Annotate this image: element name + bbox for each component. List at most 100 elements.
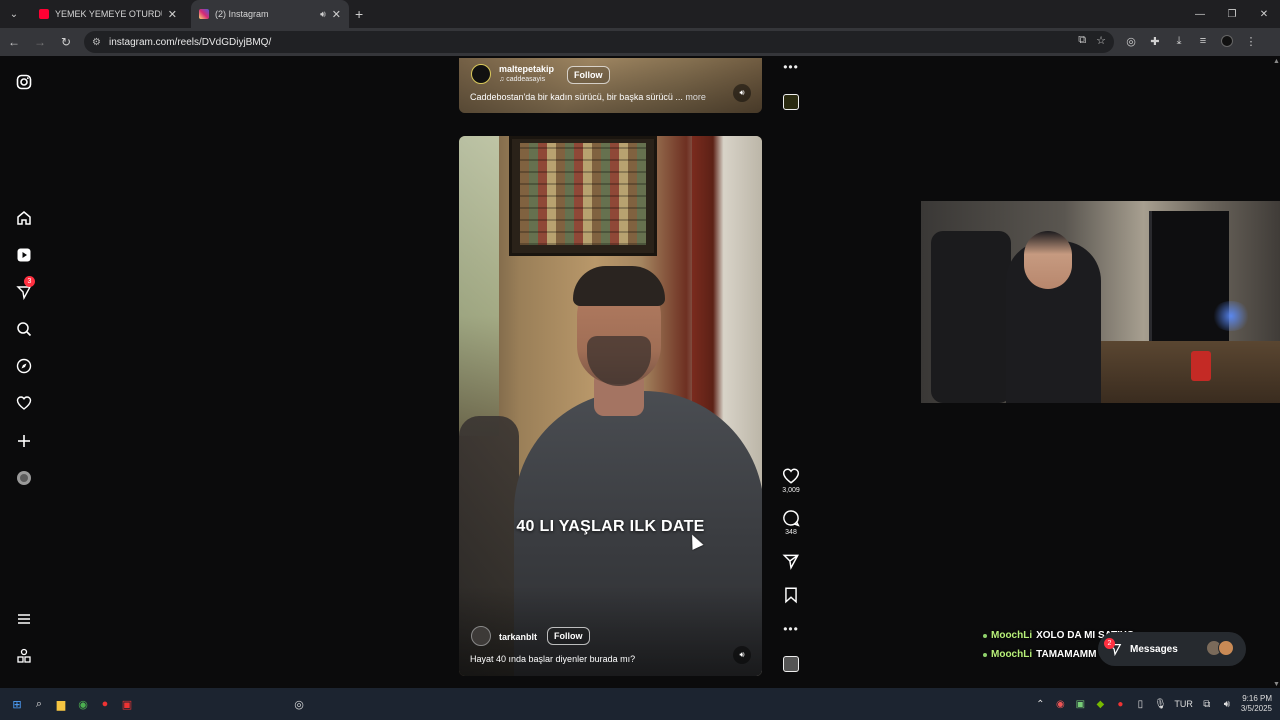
screenshot-icon[interactable]: ◎ <box>1122 35 1140 50</box>
close-window-icon[interactable]: ✕ <box>1248 0 1280 28</box>
media-control-icon[interactable]: ≡ <box>1194 35 1212 50</box>
reel-previous[interactable]: maltepetakip ♫ caddeasayis Follow Caddeb… <box>459 58 762 113</box>
chat-dot <box>983 633 987 638</box>
more-link[interactable]: more <box>685 92 706 102</box>
extensions-icon[interactable]: ✚ <box>1146 35 1164 50</box>
network-icon[interactable]: ⧉ <box>1201 698 1213 710</box>
tray-record-icon[interactable]: ● <box>1114 698 1126 710</box>
bookmark-icon[interactable] <box>782 586 800 604</box>
copilot-icon[interactable]: ◎ <box>292 697 306 711</box>
more-menu-icon[interactable] <box>14 609 34 629</box>
avatar[interactable] <box>471 64 491 84</box>
bookmark-star-icon[interactable]: ☆ <box>1096 34 1106 47</box>
tab-youtube[interactable]: YEMEK YEMEYE OTURDUK, AZ ✕ <box>31 0 185 28</box>
new-tab-button[interactable]: + <box>355 6 363 22</box>
windows-start-icon[interactable]: ⊞ <box>10 697 24 711</box>
audio-thumbnail-icon[interactable] <box>783 94 799 110</box>
webcam-overlay <box>921 201 1280 403</box>
back-icon[interactable]: ← <box>2 30 26 54</box>
youtube-favicon-icon <box>39 9 49 19</box>
avatar[interactable] <box>471 626 491 646</box>
tab-instagram[interactable]: (2) Instagram 🔊︎ ✕ <box>191 0 349 28</box>
reels-icon[interactable] <box>14 245 34 265</box>
also-from-meta-icon[interactable] <box>14 646 34 666</box>
browser-menu-icon[interactable]: ⋮ <box>1242 35 1260 50</box>
close-tab-icon[interactable]: ✕ <box>168 8 177 21</box>
forward-icon[interactable]: → <box>28 30 52 54</box>
webcam-light <box>1211 301 1251 331</box>
messages-icon[interactable]: 3 <box>14 276 35 302</box>
record-app-icon[interactable]: ● <box>98 697 112 711</box>
more-options-icon[interactable]: ••• <box>783 622 799 636</box>
download-icon[interactable]: ⤓ <box>1170 35 1188 50</box>
audio-thumbnail-icon[interactable] <box>783 656 799 672</box>
message-avatars <box>1206 640 1236 658</box>
reel-video[interactable]: 40 LI YAŞLAR ILK DATE tarkanblt Follow H… <box>459 136 762 676</box>
follow-button[interactable]: Follow <box>567 66 610 84</box>
messages-pill[interactable]: 2 Messages <box>1098 632 1246 666</box>
nvidia-icon[interactable]: ◆ <box>1094 698 1106 710</box>
url-field[interactable]: ⚙ instagram.com/reels/DVdGDiyjBMQ/ ⧉ ☆ <box>84 31 1114 53</box>
profile-avatar[interactable] <box>1218 34 1236 50</box>
chat-user: MoochLi <box>991 630 1033 641</box>
comment-count: 348 <box>785 529 797 536</box>
restore-icon[interactable]: ❐ <box>1216 0 1248 28</box>
share-send-icon[interactable] <box>782 552 800 570</box>
share-action[interactable] <box>775 552 807 570</box>
reel-username[interactable]: maltepetakip <box>499 64 554 74</box>
reel-caption: Hayat 40 ında başlar diyenler burada mı? <box>470 654 636 664</box>
install-app-icon[interactable]: ⧉ <box>1078 34 1086 47</box>
create-plus-icon[interactable] <box>14 431 34 451</box>
instagram-logo-icon[interactable] <box>14 72 34 92</box>
scroll-down-icon[interactable]: ▼ <box>1273 681 1280 688</box>
mute-icon[interactable]: 🔊︎ <box>733 84 751 102</box>
chat-message: TAMAMAMM <box>1036 649 1097 660</box>
more-options-top[interactable]: ••• <box>775 60 807 74</box>
microphone-icon[interactable]: 🎙︎ <box>1154 698 1167 710</box>
tray-device-icon[interactable]: ▯ <box>1134 698 1146 710</box>
avatar <box>1218 640 1234 656</box>
more-options-bottom[interactable]: ••• <box>775 622 807 636</box>
explore-compass-icon[interactable] <box>14 356 34 376</box>
more-options-icon[interactable]: ••• <box>783 60 799 74</box>
close-tab-icon[interactable]: ✕ <box>332 8 341 21</box>
audio-top[interactable] <box>775 94 807 110</box>
mute-icon[interactable]: 🔊︎ <box>733 646 751 664</box>
chrome-icon[interactable]: ◉ <box>76 697 90 711</box>
comment-action[interactable]: 348 <box>775 509 807 536</box>
pinned-app-icon[interactable]: ▣ <box>120 697 134 711</box>
save-action[interactable] <box>775 586 807 604</box>
scroll-up-icon[interactable]: ▲ <box>1273 58 1280 65</box>
follow-button[interactable]: Follow <box>547 627 590 645</box>
show-hidden-icons-icon[interactable]: ⌃ <box>1034 698 1046 710</box>
reel-username[interactable]: tarkanblt <box>499 632 537 642</box>
search-icon[interactable]: ⌕ <box>32 697 46 711</box>
browser-tab-strip: ⌄ YEMEK YEMEYE OTURDUK, AZ ✕ (2) Instagr… <box>0 0 1280 28</box>
profile-avatar[interactable] <box>14 468 34 488</box>
reel-audio[interactable]: ♫ caddeasayis <box>499 76 545 83</box>
reel-caption: Caddebostan'da bir kadın sürücü, bir baş… <box>470 92 706 102</box>
page-scrollbar[interactable]: ▲ ▼ <box>1272 58 1280 688</box>
windows-taskbar: ⊞ ⌕ ▆ ◉ ● ▣ ◎ ⌃ ◉ ▣ ◆ ● ▯ 🎙︎ TUR ⧉ 🔊︎ 9:… <box>0 688 1280 720</box>
search-icon[interactable] <box>14 319 34 339</box>
language-indicator[interactable]: TUR <box>1174 699 1193 709</box>
tray-app-icon[interactable]: ◉ <box>1054 698 1066 710</box>
tray-app-icon[interactable]: ▣ <box>1074 698 1086 710</box>
like-heart-icon[interactable] <box>782 467 800 485</box>
system-clock[interactable]: 9:16 PM 3/5/2025 <box>1241 694 1272 714</box>
notifications-heart-icon[interactable] <box>14 393 34 413</box>
speaker-icon[interactable]: 🔊︎ <box>320 9 326 20</box>
like-action[interactable]: 3,009 <box>775 467 807 494</box>
comment-icon[interactable] <box>782 509 800 527</box>
instagram-sidebar: 3 <box>0 56 48 688</box>
volume-icon[interactable]: 🔊︎ <box>1221 698 1233 710</box>
audio-bottom[interactable] <box>775 656 807 672</box>
site-info-icon[interactable]: ⚙ <box>92 37 101 48</box>
reload-icon[interactable]: ↻ <box>54 30 78 54</box>
tab-search-button[interactable]: ⌄ <box>3 4 25 24</box>
video-overlay-text: 40 LI YAŞLAR ILK DATE <box>516 518 705 535</box>
file-explorer-icon[interactable]: ▆ <box>54 697 68 711</box>
home-icon[interactable] <box>14 208 34 228</box>
address-bar-row: ← → ↻ ⚙ instagram.com/reels/DVdGDiyjBMQ/… <box>0 28 1280 56</box>
minimize-icon[interactable]: — <box>1184 0 1216 28</box>
